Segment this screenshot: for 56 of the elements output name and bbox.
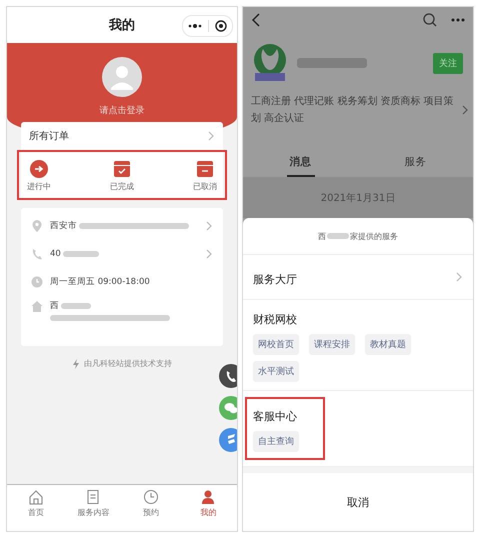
avatar-icon[interactable] (102, 57, 142, 97)
menu-item[interactable]: 服务大厅 (253, 272, 297, 286)
phone-button[interactable] (219, 364, 237, 388)
order-status-button[interactable]: 进行中 (27, 160, 51, 192)
row-label: 所有订单 (29, 130, 69, 143)
pin-icon (31, 219, 43, 233)
calendar-minus-icon (196, 160, 214, 178)
footer-note: 由凡科轻站提供技术支持 (84, 358, 172, 369)
more-icon[interactable] (188, 23, 202, 29)
more-icon[interactable] (451, 18, 465, 22)
date-label: 2021年1月31日 (320, 192, 396, 205)
house-icon (31, 300, 43, 314)
chevron-icon[interactable] (461, 105, 469, 115)
person-icon (200, 489, 216, 505)
capsule-menu[interactable] (182, 15, 233, 37)
sheet-title: 西 (318, 230, 326, 242)
order-status-button[interactable]: 已取消 (193, 160, 217, 192)
sheet-title: 家提供的服务 (350, 230, 398, 242)
calendar-check-icon (113, 160, 131, 178)
account-description: 工商注册 代理记账 税务筹划 资质商标 项目策划 高企认证 (251, 94, 455, 126)
document-icon (85, 489, 102, 505)
contact-text: 40 (50, 249, 61, 259)
home-icon (28, 489, 44, 505)
login-link[interactable]: 请点击登录 (100, 104, 144, 117)
section-title: 财税网校 (253, 313, 297, 326)
clock-icon (31, 275, 43, 289)
tab-bar-item[interactable]: 服务内容 (68, 489, 118, 531)
contact-text: 周一至周五 09:00-18:00 (50, 276, 150, 288)
phone-icon (31, 247, 43, 261)
follow-button[interactable]: 关注 (433, 52, 463, 74)
tab-bar-item[interactable]: 首页 (10, 489, 61, 531)
back-icon[interactable] (251, 13, 261, 27)
clock-icon (142, 489, 159, 505)
account-logo-icon (253, 43, 287, 83)
search-icon[interactable] (423, 13, 437, 27)
contact-text: 西 (50, 300, 59, 312)
section-title: 客服中心 (253, 410, 297, 423)
page-title: 我的 (109, 17, 135, 34)
blurred-text (327, 233, 349, 239)
contact-text: 西安市 (50, 220, 77, 232)
tab-bar-item[interactable]: 预约 (126, 489, 176, 531)
link-chip[interactable]: 自主查询 (253, 431, 299, 452)
all-orders-row[interactable]: 所有订单 (21, 122, 223, 150)
blurred-text (297, 58, 367, 68)
link-chip[interactable]: 教材真题 (365, 334, 411, 355)
bolt-icon (72, 358, 80, 368)
tab[interactable]: 消息 (243, 147, 358, 177)
tab[interactable]: 服务 (358, 147, 473, 177)
chevron-icon (207, 131, 215, 141)
link-chip[interactable]: 水平测试 (253, 361, 299, 382)
s-logo-button[interactable] (219, 428, 237, 452)
tab-bar-item[interactable]: 我的 (183, 489, 234, 531)
link-chip[interactable]: 课程安排 (309, 334, 355, 355)
close-icon[interactable] (215, 20, 227, 32)
link-chip[interactable]: 网校首页 (253, 334, 299, 355)
order-status-button[interactable]: 已完成 (110, 160, 134, 192)
